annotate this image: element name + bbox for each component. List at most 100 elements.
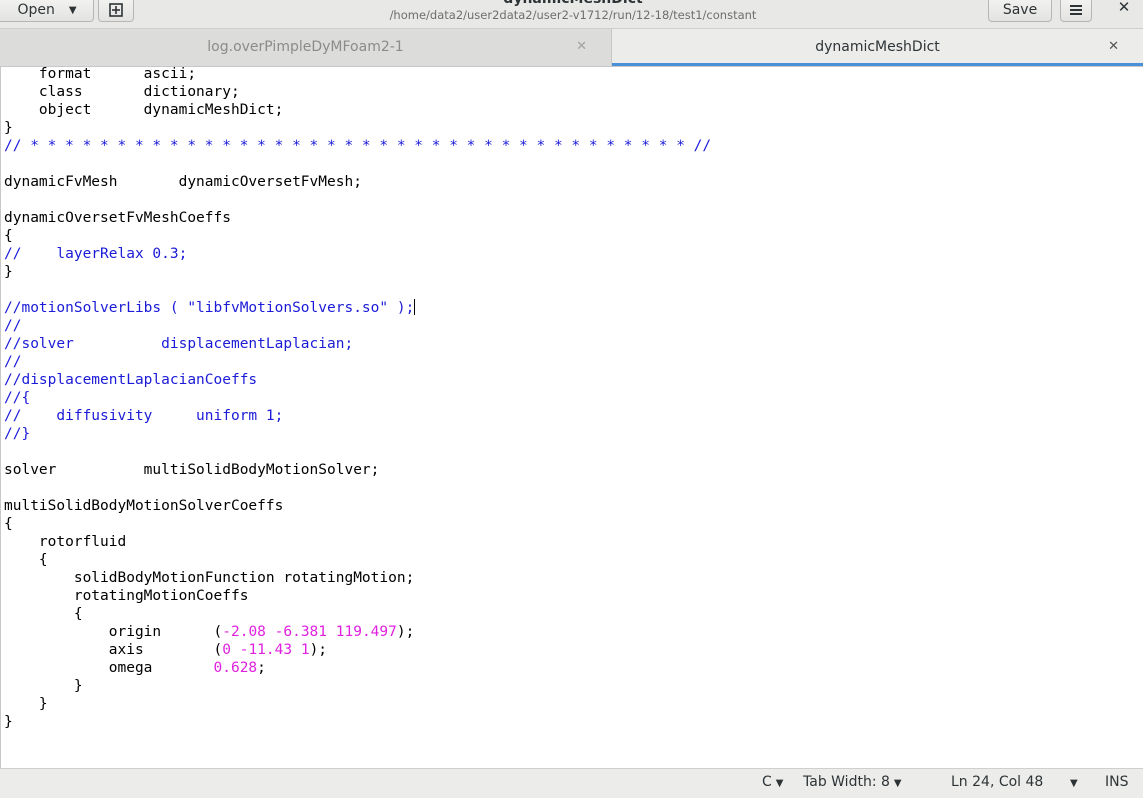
code-line: format ascii; [4, 67, 196, 83]
number-literal: 0.628 [213, 660, 258, 676]
code-text: origin ( [4, 624, 223, 640]
chevron-down-icon[interactable]: ▼ [1066, 774, 1078, 790]
code-line: // layerRelax 0.3; [4, 245, 187, 263]
code-text: { [4, 228, 13, 244]
close-icon[interactable]: ✕ [1112, 0, 1136, 18]
code-text: dynamicFvMesh dynamicOversetFvMesh; [4, 174, 362, 190]
comment-text: // [4, 318, 22, 334]
insert-mode: INS [1105, 774, 1129, 790]
code-text: format ascii; [4, 67, 197, 82]
code-line: rotorfluid [4, 533, 126, 551]
code-line: } [4, 119, 13, 137]
comment-text: //displacementLaplacianCoeffs [4, 372, 258, 388]
comment-text: // [4, 354, 22, 370]
code-line: } [4, 263, 13, 281]
tab-label: log.overPimpleDyMFoam2-1 [207, 39, 404, 55]
code-line: solver multiSolidBodyMotionSolver; [4, 461, 379, 479]
code-text: rotorfluid [4, 534, 127, 550]
code-text: ); [396, 624, 415, 640]
code-text: object dynamicMeshDict; [4, 102, 284, 118]
code-line: } [4, 695, 48, 713]
number-literal: -2.08 [222, 624, 266, 640]
text-cursor [414, 299, 416, 315]
tab-width-selector[interactable]: Tab Width: 8 ▼ [803, 774, 902, 790]
code-line: dynamicFvMesh dynamicOversetFvMesh; [4, 173, 362, 191]
new-document-button[interactable] [98, 0, 134, 22]
code-line: omega 0.628; [4, 659, 266, 677]
code-line: // diffusivity uniform 1; [4, 407, 283, 425]
menu-button[interactable] [1060, 0, 1092, 22]
code-text: ); [309, 642, 328, 658]
code-text: { [4, 552, 48, 568]
code-text: omega [4, 660, 214, 676]
number-literal: 0 [222, 642, 231, 658]
hamburger-menu-icon [1070, 5, 1082, 15]
code-text: solver multiSolidBodyMotionSolver; [4, 462, 380, 478]
code-line: multiSolidBodyMotionSolverCoeffs [4, 497, 283, 515]
comment-text: // * * * * * * * * * * * * * * * * * * *… [4, 138, 712, 154]
number-literal: -6.381 [274, 624, 328, 640]
window-title: dynamicMeshDict [400, 0, 746, 7]
code-text: solidBodyMotionFunction rotatingMotion; [4, 570, 415, 586]
code-line: //motionSolverLibs ( "libfvMotionSolvers… [4, 299, 416, 317]
file-path: /home/data2/user2data2/user2-v1712/run/1… [389, 8, 757, 22]
code-text: } [4, 678, 83, 694]
close-icon[interactable]: ✕ [576, 39, 587, 54]
code-line: dynamicOversetFvMeshCoeffs [4, 209, 231, 227]
comment-text: //solver displacementLaplacian; [4, 336, 354, 352]
comment-text: // diffusivity uniform 1; [4, 408, 284, 424]
tab-dynamicmeshdict[interactable]: dynamicMeshDict ✕ [612, 29, 1143, 66]
code-text: } [4, 696, 48, 712]
open-button[interactable]: Open ▼ [0, 0, 94, 22]
tab-label: dynamicMeshDict [815, 39, 940, 55]
chevron-down-icon: ▼ [775, 778, 784, 789]
code-line: // [4, 317, 21, 335]
code-text: dynamicOversetFvMeshCoeffs [4, 210, 231, 226]
code-text: } [4, 714, 13, 730]
number-literal: 1 [300, 642, 310, 658]
code-line: rotatingMotionCoeffs [4, 587, 249, 605]
code-editor[interactable]: format ascii; class dictionary; object d… [0, 67, 1143, 768]
code-text: multiSolidBodyMotionSolverCoeffs [4, 498, 284, 514]
comment-text: //{ [4, 390, 31, 406]
comment-text: // layerRelax 0.3; [4, 246, 188, 262]
number-literal: -11.43 [239, 642, 293, 658]
code-line: } [4, 713, 13, 731]
code-line: //displacementLaplacianCoeffs [4, 371, 257, 389]
code-line: //{ [4, 389, 30, 407]
save-button[interactable]: Save [988, 0, 1052, 22]
editor-left-border [0, 67, 1, 768]
tab-bar: log.overPimpleDyMFoam2-1 ✕ dynamicMeshDi… [0, 29, 1143, 67]
code-line: object dynamicMeshDict; [4, 101, 283, 119]
comment-text: //motionSolverLibs ( "libfvMotionSolvers… [4, 300, 415, 316]
close-icon[interactable]: ✕ [1108, 39, 1119, 54]
language-label: C [762, 774, 772, 790]
code-line: axis (0 -11.43 1); [4, 641, 327, 659]
code-line: //solver displacementLaplacian; [4, 335, 353, 353]
code-line: { [4, 227, 13, 245]
code-line: class dictionary; [4, 83, 240, 101]
code-text: { [4, 606, 83, 622]
tab-width-label: Tab Width: 8 [803, 774, 890, 790]
code-line: { [4, 605, 83, 623]
code-text: class dictionary; [4, 84, 240, 100]
comment-text: //} [4, 426, 31, 442]
code-text: } [4, 264, 13, 280]
code-line: // [4, 353, 21, 371]
status-bar: C ▼ Tab Width: 8 ▼ Ln 24, Col 48 ▼ INS [0, 768, 1143, 798]
code-text: { [4, 516, 13, 532]
code-line: //} [4, 425, 30, 443]
code-line: } [4, 677, 83, 695]
language-selector[interactable]: C ▼ [762, 774, 783, 790]
new-document-icon [109, 3, 123, 17]
code-line: origin (-2.08 -6.381 119.497); [4, 623, 415, 641]
code-line: { [4, 515, 13, 533]
open-button-label: Open [17, 2, 55, 18]
header-bar: Open ▼ dynamicMeshDict /home/data2/user2… [0, 0, 1143, 29]
code-text: } [4, 120, 13, 136]
cursor-position[interactable]: Ln 24, Col 48 [951, 774, 1043, 790]
tab-log[interactable]: log.overPimpleDyMFoam2-1 ✕ [0, 29, 612, 66]
